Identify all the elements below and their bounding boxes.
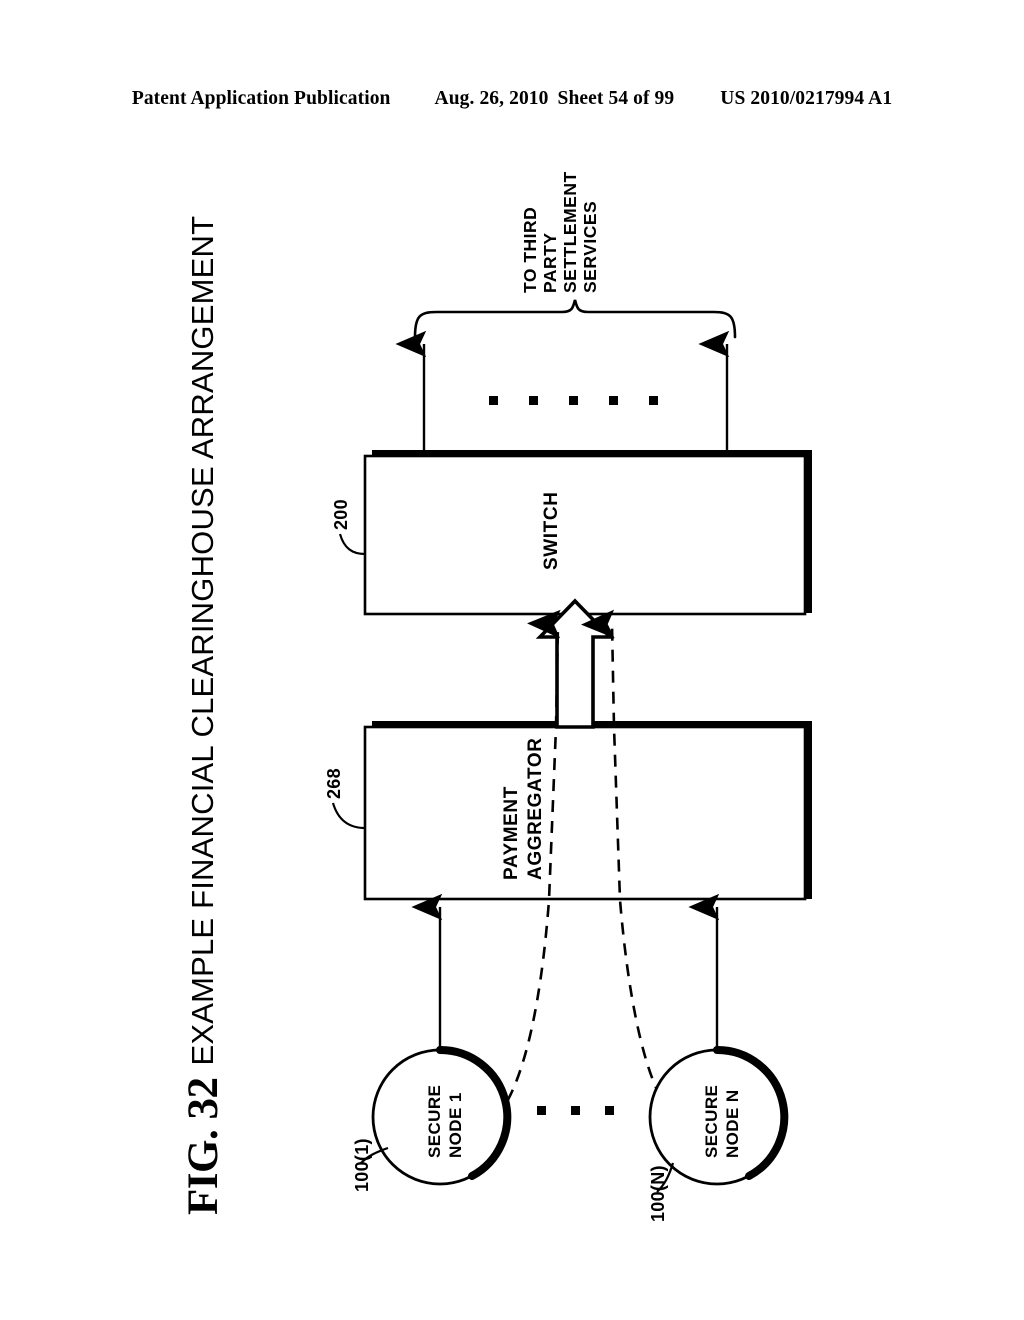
- switch-ref-leader: [338, 533, 366, 556]
- figure-diagram: [331, 299, 812, 1193]
- switch-output-ellipsis: [489, 396, 658, 405]
- secure-nodes-ellipsis: [537, 1106, 614, 1115]
- switch-block: [363, 454, 807, 616]
- payment-aggregator-block: [363, 725, 807, 901]
- aggregator-to-switch-hollow-arrow: [535, 598, 615, 729]
- payment-aggregator-ref-leader: [331, 802, 366, 830]
- third-party-brace: [413, 299, 737, 339]
- secure-node-n-ref-leader: [656, 1162, 675, 1193]
